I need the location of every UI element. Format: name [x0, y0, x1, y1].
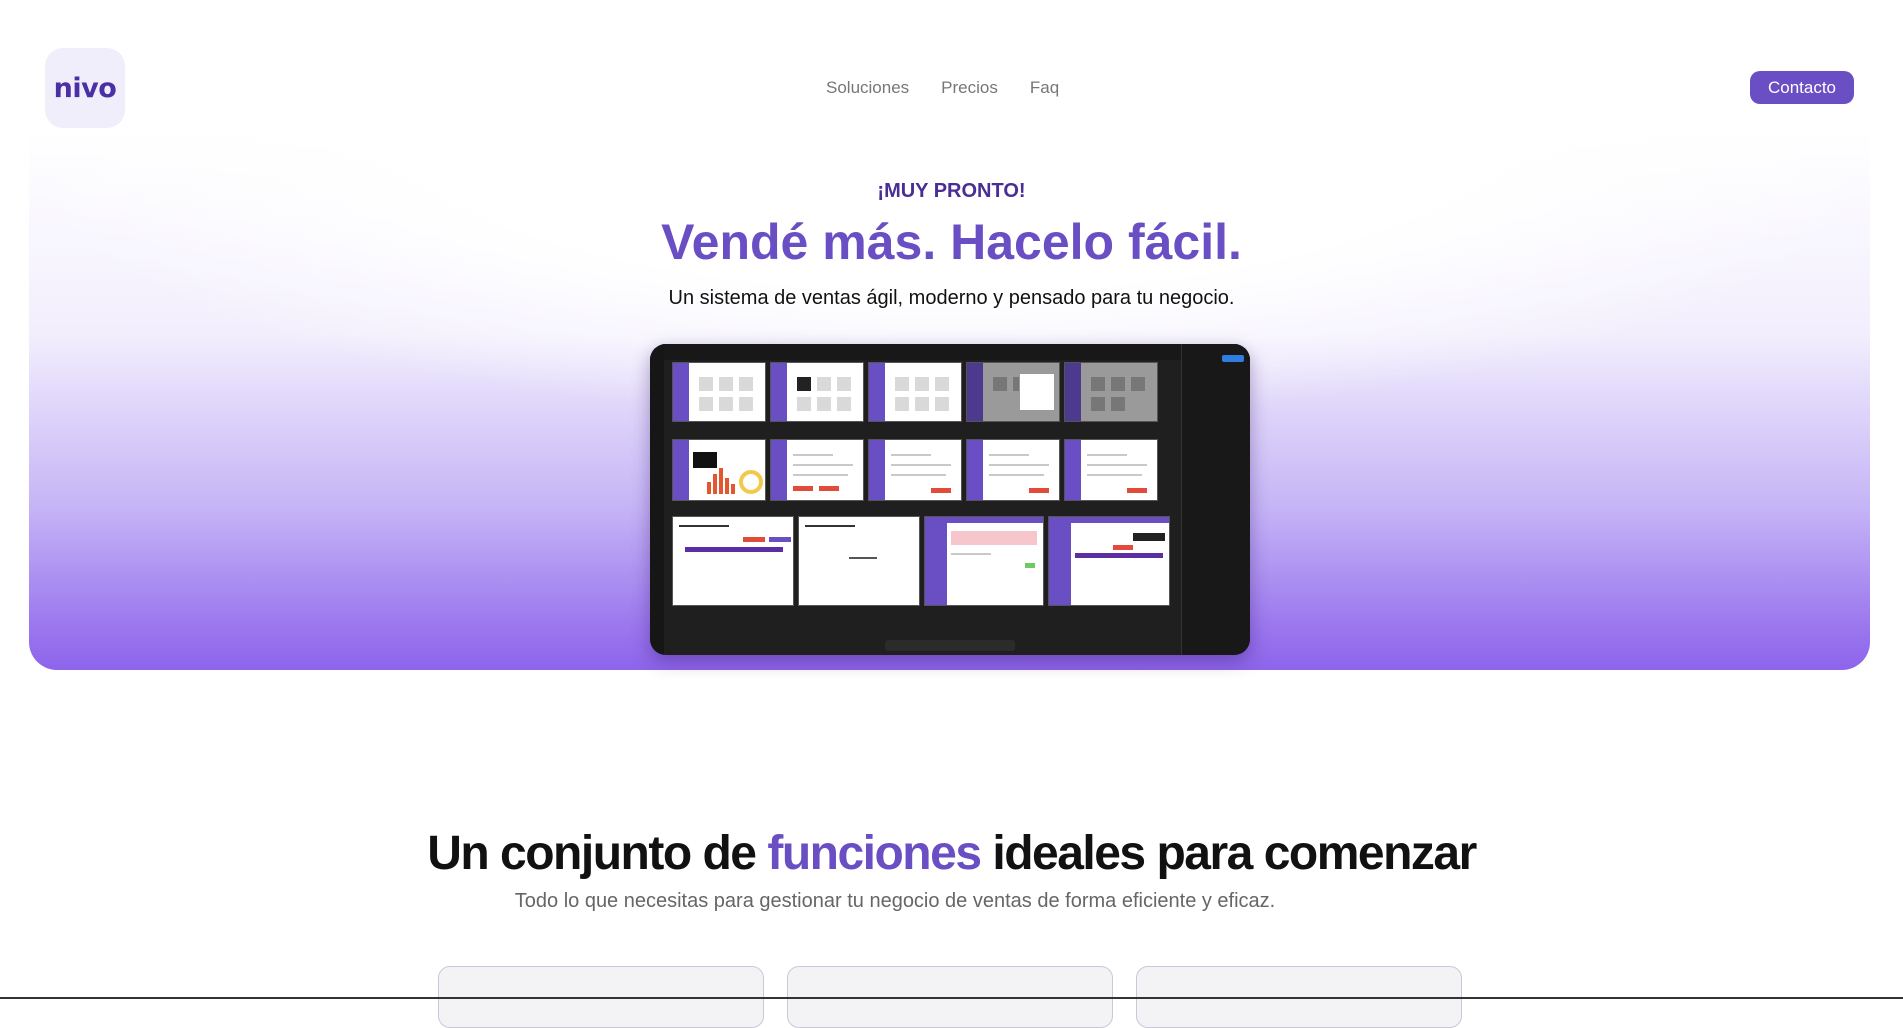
- screen-thumbnail: [770, 362, 864, 422]
- screen-thumbnail: [924, 516, 1044, 606]
- features-title: Un conjunto de funciones ideales para co…: [0, 826, 1903, 881]
- screen-thumbnail: [1048, 516, 1170, 606]
- screen-thumbnail: [798, 516, 920, 606]
- nav-link-precios[interactable]: Precios: [941, 78, 998, 98]
- main-nav: Soluciones Precios Faq: [826, 78, 1059, 98]
- nav-link-soluciones[interactable]: Soluciones: [826, 78, 909, 98]
- editor-properties-panel: [1181, 344, 1250, 655]
- features-title-part2: ideales para comenzar: [980, 827, 1477, 880]
- features-title-part1: Un conjunto de: [427, 827, 768, 880]
- screen-thumbnail: [770, 439, 864, 501]
- screen-thumbnail: [966, 362, 1060, 422]
- hero-subtitle: Un sistema de ventas ágil, moderno y pen…: [668, 287, 1235, 309]
- hero-title: Vendé más. Hacelo fácil.: [661, 214, 1242, 270]
- editor-left-rail: [650, 344, 664, 655]
- screen-thumbnail: [672, 362, 766, 422]
- contact-button[interactable]: Contacto: [1750, 71, 1854, 104]
- screen-thumbnail: [868, 362, 962, 422]
- features-subtitle: Todo lo que necesitas para gestionar tu …: [514, 890, 1276, 912]
- product-screenshot: [650, 344, 1250, 655]
- editor-topbar: [650, 344, 1250, 360]
- editor-toolbar: [885, 640, 1015, 651]
- screen-thumbnail: [868, 439, 962, 501]
- nav-link-faq[interactable]: Faq: [1030, 78, 1059, 98]
- coming-soon-badge: ¡MUY PRONTO!: [877, 180, 1026, 202]
- screen-thumbnail: [1064, 439, 1158, 501]
- features-title-accent: funciones: [767, 827, 982, 880]
- logo-text: nivo: [53, 72, 117, 104]
- screen-thumbnail: [672, 516, 794, 606]
- brand-logo[interactable]: nivo: [45, 48, 125, 128]
- screen-thumbnail: [672, 439, 766, 501]
- screen-thumbnail: [966, 439, 1060, 501]
- screen-thumbnail: [1064, 362, 1158, 422]
- editor-share-button: [1222, 355, 1244, 362]
